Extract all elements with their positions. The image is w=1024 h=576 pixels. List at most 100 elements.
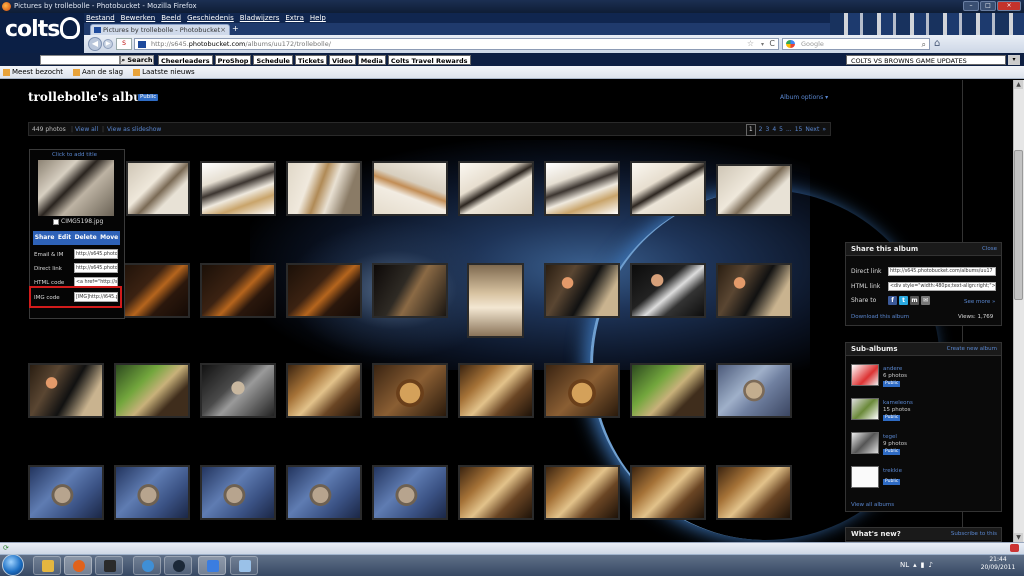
slideshow-link[interactable]: View as slideshow (107, 123, 161, 136)
next-page-link[interactable]: Next (805, 124, 819, 136)
toolbar-link-cheerleaders[interactable]: Cheerleaders (158, 55, 213, 65)
see-more-link[interactable]: See more » (964, 298, 995, 306)
news-ticker[interactable]: COLTS VS BROWNS GAME UPDATES (846, 55, 1006, 65)
photo-thumbnail[interactable] (458, 161, 534, 216)
window-title-bar[interactable]: Pictures by trollebolle - Photobucket - … (0, 0, 1024, 13)
page-2[interactable]: 2 (759, 124, 763, 136)
photo-thumbnail[interactable] (716, 263, 792, 318)
volume-icon[interactable]: ♪ (929, 556, 933, 574)
sub-album-thumbnail[interactable] (851, 466, 879, 488)
facebook-icon[interactable]: f (888, 296, 897, 305)
toolbar-link-schedule[interactable]: Schedule (253, 55, 293, 65)
photo-thumbnail[interactable] (372, 465, 448, 520)
photo-thumbnail[interactable] (286, 465, 362, 520)
photo-thumbnail[interactable] (114, 263, 190, 318)
photobucket-taskbar-button[interactable] (198, 556, 226, 575)
page-3[interactable]: 3 (765, 124, 769, 136)
language-indicator[interactable]: NL (900, 556, 909, 574)
photo-thumbnail[interactable] (630, 465, 706, 520)
search-icon[interactable]: ⌕ (922, 39, 926, 50)
explorer-taskbar-button[interactable] (33, 556, 61, 575)
photo-thumbnail[interactable] (372, 263, 448, 318)
tray-chevron-icon[interactable]: ▴ (913, 556, 917, 574)
minimize-button[interactable]: – (963, 1, 979, 11)
bookmark-star-icon[interactable]: ☆ (747, 39, 754, 49)
direct-link-field[interactable]: http://s645.photob (74, 263, 118, 273)
menu-extra[interactable]: Extra (285, 13, 303, 23)
email-im-field[interactable]: http://s645.photob (74, 249, 118, 259)
itunes-taskbar-button[interactable] (133, 556, 161, 575)
photo-thumbnail[interactable] (372, 363, 448, 418)
paint-taskbar-button[interactable] (230, 556, 258, 575)
myspace-icon[interactable]: m (910, 296, 919, 305)
ticker-dropdown-icon[interactable]: ▾ (1008, 55, 1020, 65)
photo-thumbnail[interactable] (630, 161, 706, 216)
photo-thumbnail[interactable] (126, 161, 190, 216)
bookmark-aan-de-slag[interactable]: Aan de slag (73, 66, 123, 78)
photo-thumbnail[interactable] (200, 363, 276, 418)
photo-thumbnail[interactable] (544, 465, 620, 520)
menu-bewerken[interactable]: Bewerken (121, 13, 156, 23)
sub-album-thumbnail[interactable] (851, 432, 879, 454)
photo-thumbnail[interactable] (200, 465, 276, 520)
new-tab-button[interactable]: + (232, 25, 242, 34)
photo-thumbnail[interactable] (716, 465, 792, 520)
network-icon[interactable]: ▮ (921, 556, 925, 574)
menu-help[interactable]: Help (310, 13, 326, 23)
menu-geschiedenis[interactable]: Geschiedenis (187, 13, 234, 23)
reload-icon[interactable]: C (769, 39, 775, 49)
url-dropdown-icon[interactable]: ▾ (761, 39, 764, 50)
selected-photo-thumbnail[interactable] (38, 160, 114, 216)
bookmark-meest-bezocht[interactable]: Meest bezocht (3, 66, 63, 78)
twitter-icon[interactable]: t (899, 296, 908, 305)
photo-thumbnail[interactable] (200, 161, 276, 216)
photo-thumbnail[interactable] (544, 161, 620, 216)
scroll-up-icon[interactable]: ▲ (1014, 80, 1023, 89)
toolbar-search-input[interactable] (40, 55, 120, 65)
delete-button[interactable]: Delete (75, 231, 97, 245)
firefox-taskbar-button[interactable] (64, 556, 92, 575)
photo-thumbnail[interactable] (630, 263, 706, 318)
menu-beeld[interactable]: Beeld (161, 13, 181, 23)
photo-thumbnail[interactable] (544, 263, 620, 318)
url-bar[interactable]: http://s645.photobucket.com/albums/uu172… (134, 38, 779, 50)
toolbar-link-tickets[interactable]: Tickets (294, 55, 328, 65)
photo-thumbnail[interactable] (286, 363, 362, 418)
page-15[interactable]: 15 (795, 124, 803, 136)
create-album-link[interactable]: Create new album (947, 343, 997, 355)
sub-album-name[interactable]: trekkie (883, 468, 902, 475)
sub-album-thumbnail[interactable] (851, 398, 879, 420)
toolbar-search-button[interactable]: ⌕ Search (120, 55, 154, 65)
scrollbar-thumb[interactable] (1014, 150, 1023, 300)
start-button[interactable] (2, 554, 24, 576)
sub-album-name[interactable]: tegel (883, 434, 897, 441)
photo-thumbnail[interactable] (716, 363, 792, 418)
photo-thumbnail[interactable] (716, 164, 792, 216)
photo-thumbnail[interactable] (467, 263, 524, 338)
toolbar-link-video[interactable]: Video (329, 55, 356, 65)
photo-thumbnail[interactable] (114, 363, 190, 418)
site-identity-icon[interactable]: S (116, 38, 132, 50)
steam-taskbar-button[interactable] (164, 556, 192, 575)
photo-thumbnail[interactable] (372, 161, 448, 216)
photo-thumbnail[interactable] (28, 465, 104, 520)
tab-photobucket[interactable]: Pictures by trollebolle - Photobucket × (90, 24, 230, 35)
taskbar-clock[interactable]: 21:44 20/09/2011 (976, 556, 1020, 574)
google-search-field[interactable]: Google ⌕ (782, 38, 930, 50)
toolbar-link-media[interactable]: Media (357, 55, 386, 65)
maximize-button[interactable]: □ (980, 1, 996, 11)
addon-icon[interactable] (1010, 544, 1019, 552)
photo-thumbnail[interactable] (114, 465, 190, 520)
home-icon[interactable]: ⌂ (934, 38, 946, 50)
menu-bestand[interactable]: Bestand (86, 13, 115, 23)
photo-thumbnail[interactable] (458, 363, 534, 418)
sub-album-name[interactable]: andere (883, 366, 902, 373)
share-direct-link-field[interactable]: http://s645.photobucket.com/albums/uu17 (888, 267, 996, 276)
photo-thumbnail[interactable] (200, 263, 276, 318)
share-html-link-field[interactable]: <div style="width:480px;text-align:right… (888, 282, 996, 291)
back-button[interactable]: ◀ (88, 37, 102, 51)
move-button[interactable]: Move (100, 231, 118, 245)
album-options-link[interactable]: Album options ▾ (780, 94, 828, 102)
share-close-link[interactable]: Close (982, 243, 997, 255)
sub-album-thumbnail[interactable] (851, 364, 879, 386)
